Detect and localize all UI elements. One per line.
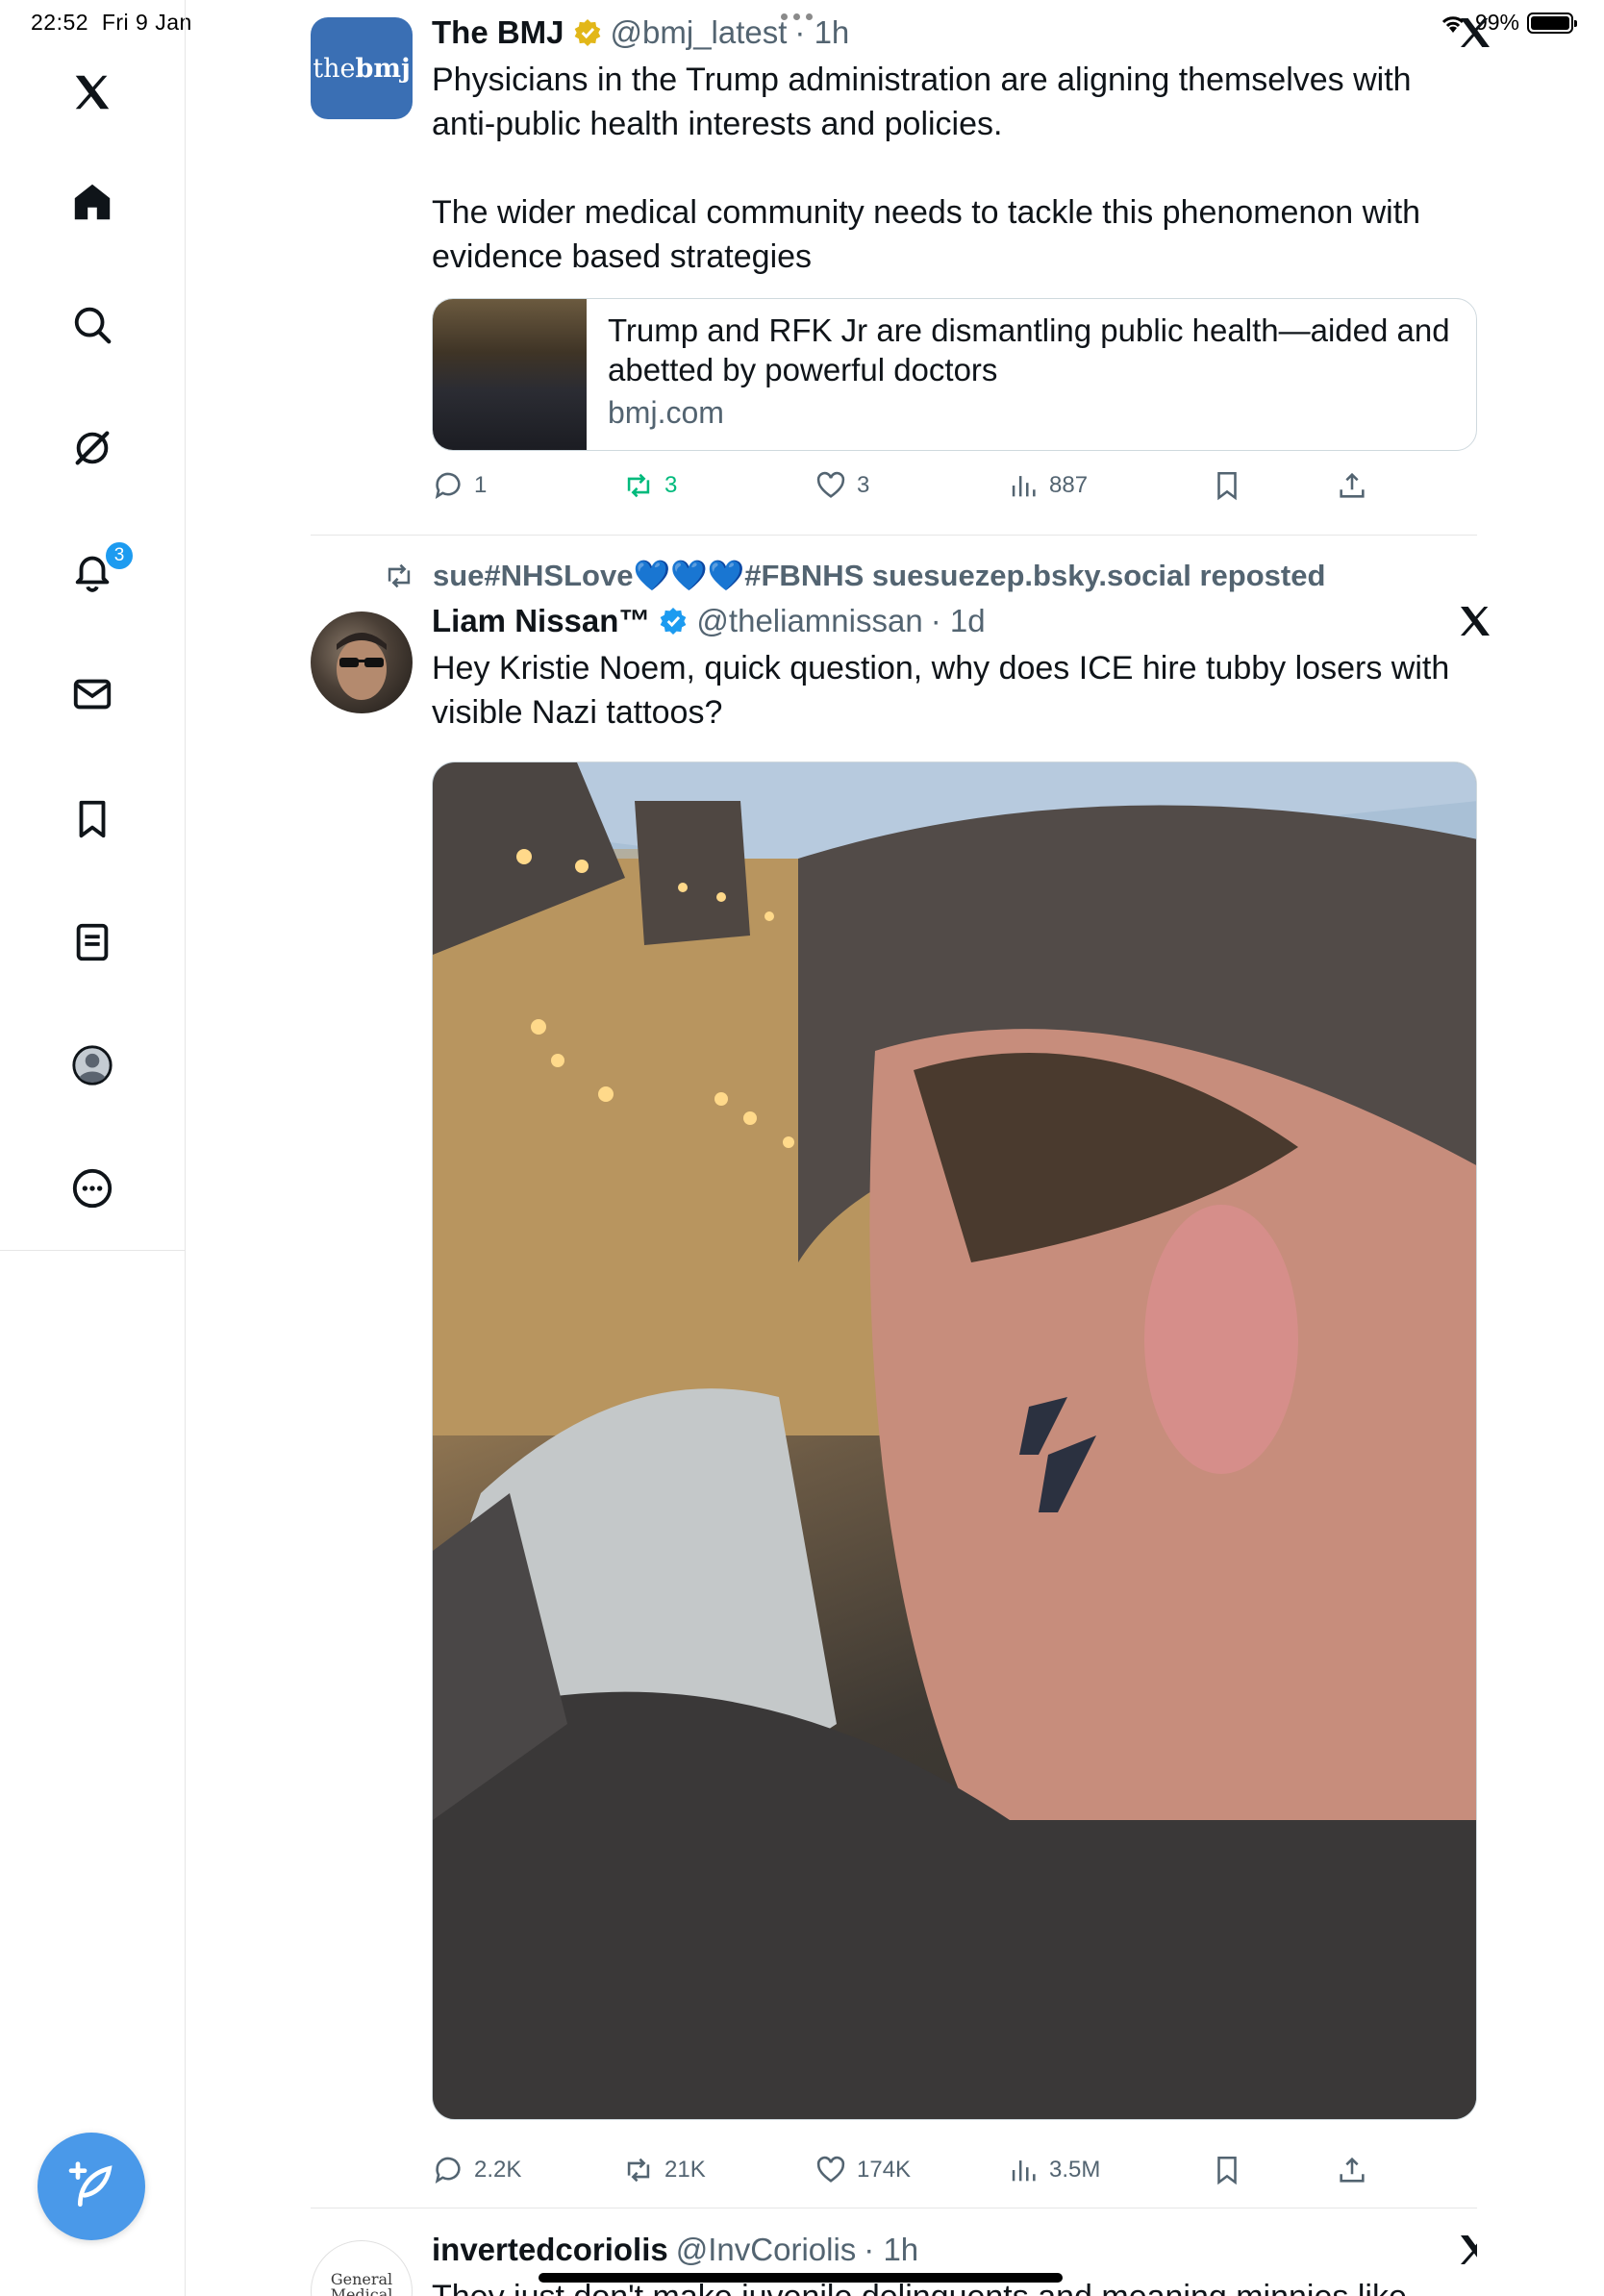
tweet-video[interactable] [432, 761, 1477, 2120]
link-thumbnail [433, 299, 587, 450]
tweet-header: The BMJ @bmj_latest · 1h [432, 13, 1477, 52]
repost-icon [627, 473, 650, 498]
tweet-invertedcoriolis[interactable]: General Medical Council invertedcoriolis… [311, 2231, 1477, 2296]
repost-indicator[interactable]: sue#NHSLove💙💙💙#FBNHS suesuezep.bsky.soci… [383, 558, 1325, 593]
timestamp[interactable]: · 1h [794, 13, 849, 52]
repost-icon [627, 2158, 650, 2183]
avatar-text: General Medical Council [330, 2270, 393, 2296]
tweet-actions: 2.2K 21K 174K 3.5M [432, 2154, 1477, 2196]
repost-icon [388, 563, 411, 587]
view-count: 3.5M [1049, 2157, 1101, 2183]
compose-icon [68, 2161, 113, 2207]
tweet-text: Hey Kristie Noem, quick question, why do… [432, 650, 1450, 731]
verified-blue-icon [661, 608, 687, 635]
repost-count: 21K [664, 2157, 706, 2183]
bookmark-icon [1217, 471, 1237, 501]
sidebar: 3 [0, 0, 186, 2296]
reply-count: 2.2K [474, 2157, 522, 2183]
timestamp[interactable]: · 1d [931, 602, 986, 640]
author-handle[interactable]: @bmj_latest [611, 13, 788, 52]
reply-button[interactable]: 1 [432, 469, 487, 502]
home-indicator[interactable] [539, 2273, 1063, 2283]
repost-button[interactable]: 21K [622, 2154, 706, 2186]
author-name[interactable]: The BMJ [432, 13, 564, 52]
share-icon [1340, 2157, 1365, 2183]
views-button[interactable]: 3.5M [1007, 2154, 1100, 2186]
x-logo-icon [1456, 2231, 1477, 2269]
tweet-header: Liam Nissan™ @theliamnissan · 1d [432, 602, 1477, 640]
reposted-by: sue#NHSLove💙💙💙#FBNHS suesuezep.bsky.soci… [433, 559, 1326, 592]
avatar[interactable]: General Medical Council [311, 2240, 413, 2296]
author-name[interactable]: Liam Nissan™ [432, 602, 650, 640]
sunglasses-face-icon [337, 633, 387, 700]
views-button[interactable]: 887 [1007, 469, 1088, 502]
profile-icon[interactable] [63, 1036, 121, 1094]
avatar-logo-text: thebmj [313, 53, 411, 84]
author-name[interactable]: invertedcoriolis [432, 2231, 668, 2269]
like-count: 174K [857, 2157, 912, 2183]
avatar[interactable]: thebmj [311, 17, 413, 119]
bookmark-icon[interactable] [63, 790, 121, 848]
notification-badge: 3 [104, 540, 135, 571]
list-icon[interactable] [63, 913, 121, 971]
views-icon [1012, 2160, 1036, 2182]
tweet-text: Physicians in the Trump administration a… [432, 62, 1421, 275]
bookmark-button[interactable] [1211, 469, 1243, 502]
avatar[interactable] [311, 611, 413, 713]
reply-button[interactable]: 2.2K [432, 2154, 521, 2186]
author-handle[interactable]: @InvCoriolis [676, 2231, 857, 2269]
search-icon[interactable] [63, 296, 121, 354]
x-logo-icon [1456, 602, 1494, 640]
like-count: 3 [857, 472, 870, 498]
bookmark-button[interactable] [1211, 2154, 1243, 2186]
like-button[interactable]: 3 [815, 469, 869, 502]
mail-icon[interactable] [63, 665, 121, 723]
x-logo-icon [1456, 13, 1494, 52]
reply-icon [435, 2157, 461, 2184]
tweet-liam-nissan[interactable]: sue#NHSLove💙💙💙#FBNHS suesuezep.bsky.soci… [311, 558, 1490, 2192]
home-icon[interactable] [63, 173, 121, 231]
tweet-divider [311, 2208, 1477, 2209]
share-button[interactable] [1336, 469, 1368, 502]
grok-icon[interactable] [63, 419, 121, 477]
timestamp[interactable]: · 1h [864, 2231, 918, 2269]
repost-button[interactable]: 3 [622, 469, 677, 502]
view-count: 887 [1049, 472, 1089, 498]
tweet-divider [311, 535, 1477, 536]
sidebar-divider [0, 1250, 186, 1251]
more-icon[interactable] [63, 1160, 121, 1217]
views-icon [1012, 476, 1036, 497]
link-domain: bmj.com [608, 395, 724, 430]
author-handle[interactable]: @theliamnissan [696, 602, 922, 640]
tweet-bmj[interactable]: thebmj The BMJ @bmj_latest · 1h Physicia… [311, 13, 1490, 533]
like-button[interactable]: 174K [815, 2154, 911, 2186]
heart-icon [816, 471, 845, 498]
video-frame [433, 762, 1476, 2119]
reply-icon [435, 472, 461, 500]
share-button[interactable] [1336, 2154, 1368, 2186]
bookmark-icon [1217, 2156, 1237, 2185]
heart-icon [816, 2156, 845, 2183]
tweet-actions: 1 3 3 887 [432, 469, 1477, 512]
link-card[interactable]: Trump and RFK Jr are dismantling public … [432, 298, 1477, 451]
link-title: Trump and RFK Jr are dismantling public … [608, 312, 1450, 387]
battery-icon [1527, 12, 1577, 34]
tweet-header: invertedcoriolis @InvCoriolis · 1h [432, 2231, 1477, 2269]
share-icon [1340, 472, 1365, 498]
x-logo-icon[interactable] [63, 63, 121, 121]
reply-count: 1 [474, 472, 488, 498]
bell-icon[interactable]: 3 [63, 540, 135, 600]
verified-gold-icon [574, 19, 600, 46]
repost-count: 3 [664, 472, 678, 498]
compose-button[interactable] [38, 2133, 145, 2240]
